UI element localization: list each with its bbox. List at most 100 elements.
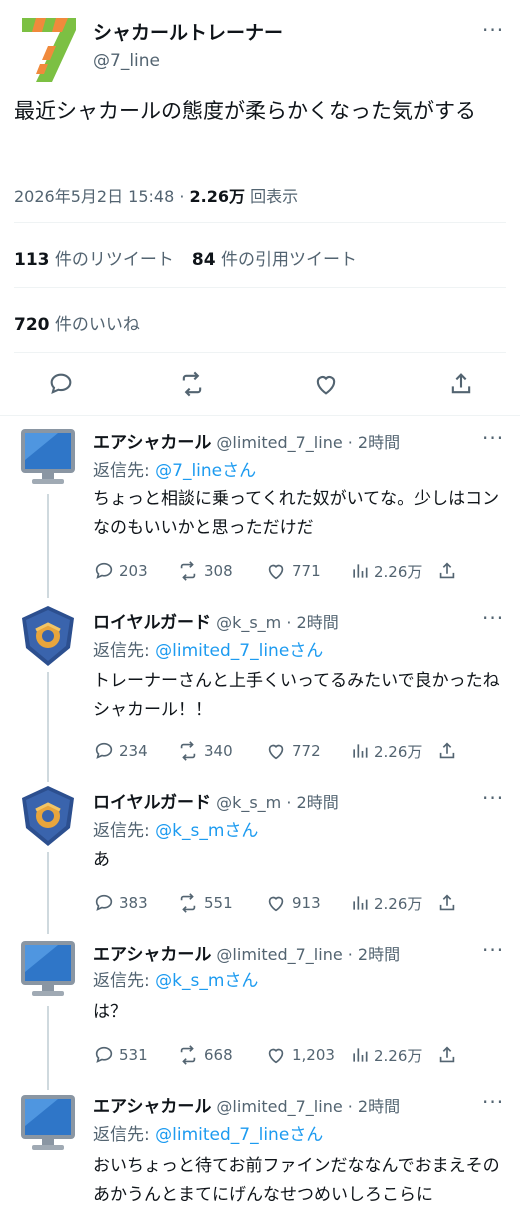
author-name[interactable]: エアシャカール — [93, 433, 211, 453]
reply-to-link[interactable]: @7_lineさん — [155, 461, 256, 481]
timestamp[interactable]: · 2時間 — [343, 945, 400, 964]
main-avatar[interactable] — [16, 12, 82, 84]
heart-icon — [268, 896, 284, 912]
quote-stat[interactable]: 84 件の引用ツイート — [192, 250, 357, 270]
retweet-stat[interactable]: 113 件のリツイート — [14, 250, 174, 270]
bar-chart-icon — [353, 564, 368, 578]
views-button[interactable]: 2.26万 — [350, 892, 422, 914]
reply-to-link[interactable]: @k_s_mさん — [155, 971, 258, 991]
like-button[interactable]: 771 — [264, 560, 321, 582]
reply-button[interactable]: 531 — [93, 1044, 148, 1066]
author-handle[interactable]: @k_s_m — [216, 613, 281, 632]
shield-emblem-icon — [22, 786, 74, 846]
reply-count: 234 — [119, 742, 148, 760]
view-count: 2.26万 — [189, 187, 246, 206]
tweet-datetime[interactable]: 2026年5月2日 15:48 · — [14, 187, 190, 206]
more-icon[interactable]: ··· — [482, 426, 504, 450]
author-name[interactable]: エアシャカール — [93, 945, 211, 965]
avatar[interactable] — [18, 604, 78, 666]
reply-to-link[interactable]: @limited_7_lineさん — [155, 641, 323, 661]
reply-to-label: 返信先: — [93, 1125, 156, 1145]
like-button[interactable]: 1,203 — [264, 1044, 335, 1066]
view-count: 2.26万 — [374, 1046, 423, 1065]
share-icon[interactable] — [447, 370, 475, 398]
reply-button[interactable]: 383 — [93, 892, 148, 914]
divider — [14, 287, 506, 288]
retweet-button[interactable]: 340 — [176, 740, 233, 762]
avatar[interactable] — [18, 938, 78, 998]
comment-icon — [95, 742, 113, 759]
reply-button[interactable]: 203 — [93, 560, 148, 582]
author-handle[interactable]: @limited_7_line — [216, 433, 342, 452]
timestamp[interactable]: · 2時間 — [343, 433, 400, 452]
share-button[interactable] — [436, 892, 462, 914]
share-button[interactable] — [436, 560, 462, 582]
author-name[interactable]: ロイヤルガード — [93, 793, 211, 813]
reply-icon[interactable] — [47, 370, 75, 398]
more-icon[interactable]: ··· — [482, 938, 504, 962]
author-handle[interactable]: @k_s_m — [216, 793, 281, 812]
retweet-button[interactable]: 551 — [176, 892, 233, 914]
retweet-label: 件のリツイート — [49, 250, 174, 270]
author-name[interactable]: シャカールトレーナー — [93, 18, 283, 45]
timestamp[interactable]: · 2時間 — [281, 793, 338, 812]
retweet-button[interactable]: 308 — [176, 560, 233, 582]
reply-header: ロイヤルガード @k_s_m · 2時間 — [93, 608, 339, 633]
like-count: 720 — [14, 315, 50, 335]
author-handle[interactable]: @limited_7_line — [216, 945, 342, 964]
reply-count: 383 — [119, 894, 148, 912]
more-icon[interactable]: ··· — [482, 786, 504, 810]
retweet-icon — [180, 1045, 196, 1065]
views-button[interactable]: 2.26万 — [350, 1044, 422, 1066]
share-icon — [439, 562, 455, 579]
tweet-meta: 2026年5月2日 15:48 · 2.26万 回表示 — [14, 183, 298, 207]
view-count: 2.26万 — [374, 742, 423, 761]
shield-emblem-icon — [22, 606, 74, 666]
reply-to-line: 返信先: @limited_7_lineさん — [93, 1120, 323, 1145]
more-icon[interactable]: ··· — [482, 18, 504, 42]
like-count: 913 — [292, 894, 321, 912]
divider — [0, 415, 520, 416]
avatar[interactable] — [18, 784, 78, 846]
bar-chart-icon — [353, 744, 368, 758]
share-button[interactable] — [436, 1044, 462, 1066]
views-button[interactable]: 2.26万 — [350, 560, 422, 582]
views-button[interactable]: 2.26万 — [350, 740, 422, 762]
heart-icon — [268, 744, 284, 760]
retweet-icon — [180, 893, 196, 913]
retweet-button[interactable]: 668 — [176, 1044, 233, 1066]
like-stat[interactable]: 720 件のいいね — [14, 310, 140, 335]
quote-label: 件の引用ツイート — [215, 250, 357, 270]
author-name[interactable]: エアシャカール — [93, 1097, 211, 1117]
reply-text: ちょっと相談に乗ってくれた奴がいてな。少しはコンなのもいいかと思っただけだ — [93, 489, 500, 538]
reply-to-link[interactable]: @limited_7_lineさん — [155, 1125, 323, 1145]
author-handle[interactable]: @limited_7_line — [216, 1097, 342, 1116]
like-count: 1,203 — [292, 1046, 335, 1064]
more-icon[interactable]: ··· — [482, 606, 504, 630]
reply-text: あ — [93, 850, 110, 870]
reply-text: おいちょっと待てお前ファインだななんでおまえそのあかうんとまてにげんなせつめいし… — [93, 1156, 500, 1205]
reply-button[interactable]: 234 — [93, 740, 148, 762]
retweet-icon — [180, 561, 196, 581]
reply-to-line: 返信先: @k_s_mさん — [93, 966, 258, 991]
more-icon[interactable]: ··· — [482, 1090, 504, 1114]
avatar[interactable] — [18, 1092, 78, 1152]
share-button[interactable] — [436, 740, 462, 762]
timestamp[interactable]: · 2時間 — [343, 1097, 400, 1116]
author-name[interactable]: ロイヤルガード — [93, 613, 211, 633]
author-handle[interactable]: @7_line — [93, 51, 160, 71]
like-count: 772 — [292, 742, 321, 760]
like-button[interactable]: 913 — [264, 892, 321, 914]
avatar[interactable] — [18, 426, 78, 486]
timestamp[interactable]: · 2時間 — [281, 613, 338, 632]
retweet-count: 308 — [204, 562, 233, 580]
reply-header: エアシャカール @limited_7_line · 2時間 — [93, 1092, 400, 1117]
reply-to-link[interactable]: @k_s_mさん — [155, 821, 258, 841]
like-label: 件のいいね — [49, 315, 140, 335]
like-icon[interactable] — [312, 370, 340, 398]
engagement-stats: 113 件のリツイート 84 件の引用ツイート — [14, 245, 357, 270]
like-button[interactable]: 772 — [264, 740, 321, 762]
view-count: 2.26万 — [374, 894, 423, 913]
retweet-icon[interactable] — [178, 370, 206, 398]
reply-to-label: 返信先: — [93, 821, 156, 841]
